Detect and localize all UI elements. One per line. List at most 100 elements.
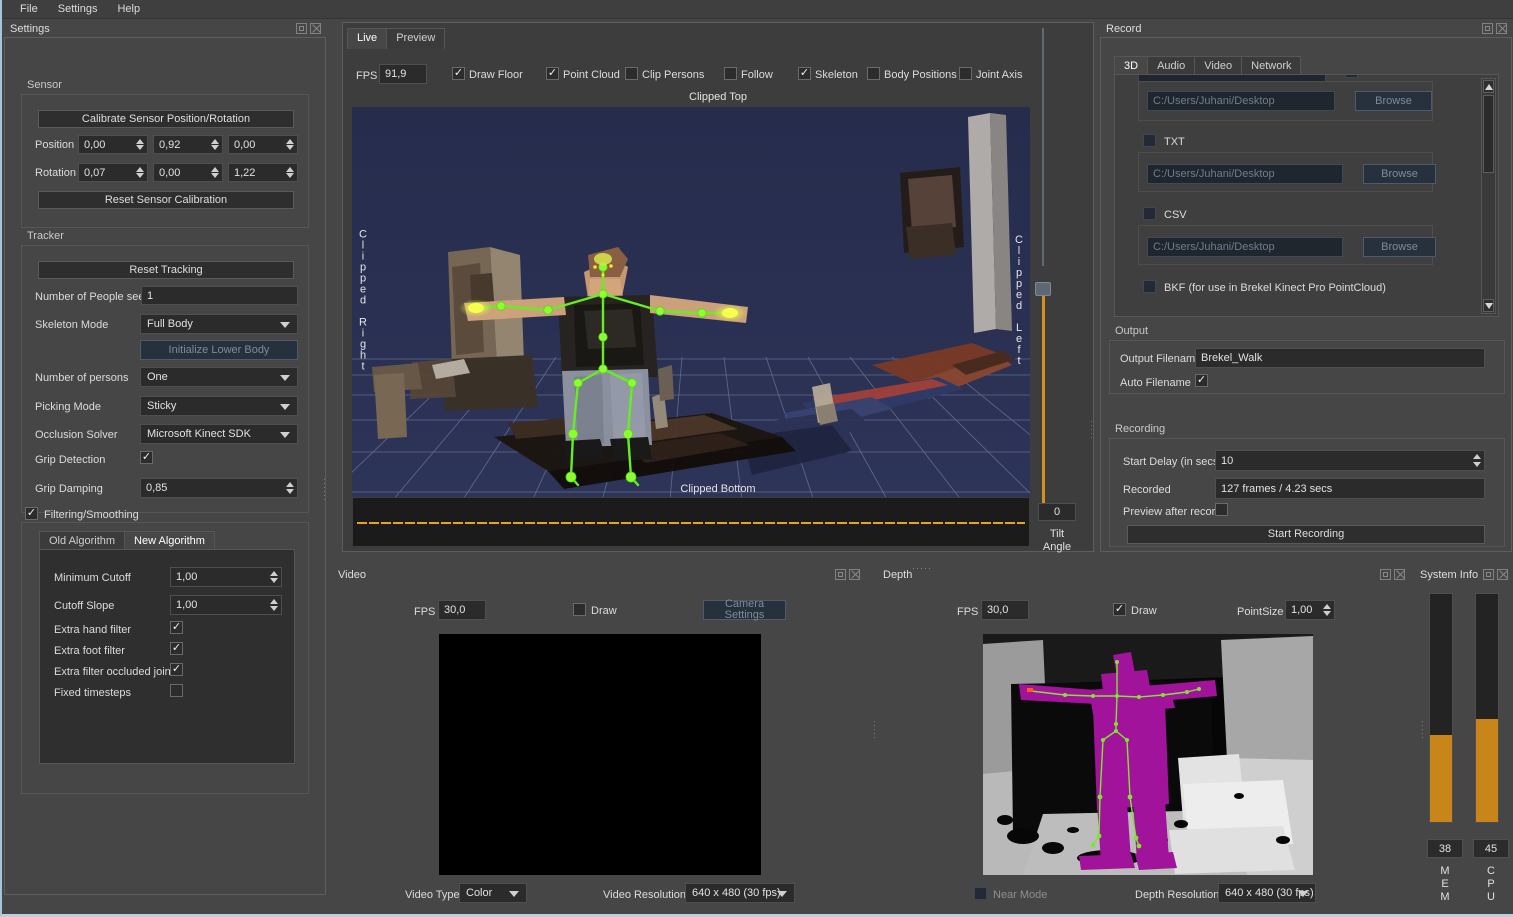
settings-panel-resize-grip[interactable]: ······ — [320, 478, 330, 502]
rotation-x-spinner-down[interactable] — [134, 172, 145, 179]
point-cloud-checkbox[interactable]: ✓ — [546, 67, 559, 80]
format-checkbox-clipped[interactable] — [1345, 75, 1358, 78]
slider-knob[interactable] — [1035, 282, 1051, 296]
restore-icon[interactable] — [296, 23, 307, 34]
close-icon[interactable] — [1497, 569, 1508, 580]
minimum-cutoff-spinner-up[interactable] — [268, 570, 279, 577]
skeleton-mode-select[interactable]: Full Body — [140, 314, 298, 334]
tab-live[interactable]: Live — [347, 28, 388, 49]
position-z-input[interactable]: 0,00 — [228, 135, 298, 154]
cutoff-slope-spinner-up[interactable] — [268, 598, 279, 605]
grip-damping-spinner-up[interactable] — [284, 481, 295, 488]
auto-filename-checkbox[interactable]: ✓ — [1195, 374, 1208, 387]
grip-damping-input[interactable]: 0,85 — [140, 478, 298, 498]
extra-hand-filter-checkbox[interactable]: ✓ — [170, 621, 183, 634]
video-type-select[interactable]: Color — [459, 883, 527, 903]
txt-browse-button[interactable]: Browse — [1363, 164, 1436, 184]
minimum-cutoff-spinner-down[interactable] — [268, 577, 279, 584]
close-icon[interactable] — [1496, 23, 1507, 34]
start-recording-button[interactable]: Start Recording — [1127, 525, 1485, 544]
close-icon[interactable] — [1394, 569, 1405, 580]
extra-filter-occluded-checkbox[interactable]: ✓ — [170, 663, 183, 676]
start-delay-input[interactable]: 10 — [1215, 450, 1485, 471]
depth-resolution-select[interactable]: 640 x 480 (30 fps) — [1218, 883, 1316, 903]
position-x-input[interactable]: 0,00 — [78, 135, 148, 154]
position-y-spinner-down[interactable] — [209, 144, 220, 151]
video-preview[interactable] — [439, 634, 761, 875]
rotation-x-input[interactable]: 0,07 — [78, 163, 148, 182]
restore-icon[interactable] — [1482, 23, 1493, 34]
tilt-angle-value[interactable]: 0 — [1038, 503, 1076, 521]
menu-help[interactable]: Help — [107, 1, 150, 17]
pointsize-value: 1,00 — [1291, 604, 1313, 616]
skeleton-checkbox[interactable]: ✓ — [798, 67, 811, 80]
extra-hand-filter-label: Extra hand filter — [54, 624, 132, 636]
video-draw-checkbox[interactable]: ✓ — [573, 603, 586, 616]
restore-icon[interactable] — [1483, 569, 1494, 580]
menu-file[interactable]: File — [10, 1, 48, 17]
cutoff-slope-input[interactable]: 1,00 — [170, 595, 282, 615]
reset-sensor-calibration-button[interactable]: Reset Sensor Calibration — [38, 191, 294, 209]
follow-checkbox[interactable]: ✓ — [724, 67, 737, 80]
video-resolution-select[interactable]: 640 x 480 (30 fps) — [685, 883, 795, 903]
calibrate-sensor-button[interactable]: Calibrate Sensor Position/Rotation — [38, 110, 294, 128]
scroll-down-arrow[interactable] — [1483, 299, 1494, 312]
output-filename-input[interactable]: Brekel_Walk — [1195, 348, 1485, 368]
depth-preview[interactable] — [983, 634, 1313, 875]
rotation-z-input[interactable]: 1,22 — [228, 163, 298, 182]
restore-icon[interactable] — [1380, 569, 1391, 580]
viewer-resize-grip[interactable]: ····· — [1087, 420, 1097, 440]
txt-path-input[interactable]: C:/Users/Juhani/Desktop — [1147, 164, 1343, 184]
restore-icon[interactable] — [835, 569, 846, 580]
picking-mode-select[interactable]: Sticky — [140, 396, 298, 416]
grip-damping-spinner-down[interactable] — [284, 488, 295, 495]
csv-path-input[interactable]: C:/Users/Juhani/Desktop — [1147, 237, 1343, 257]
rotation-y-input[interactable]: 0,00 — [153, 163, 223, 182]
viewport-zoom-slider[interactable] — [1032, 28, 1054, 511]
persons-select[interactable]: One — [140, 367, 298, 387]
extra-foot-filter-checkbox[interactable]: ✓ — [170, 642, 183, 655]
start-delay-spinner-down[interactable] — [1471, 461, 1482, 468]
close-icon[interactable] — [849, 569, 860, 580]
camera-settings-button[interactable]: Camera Settings — [703, 599, 786, 621]
tab-preview[interactable]: Preview — [386, 28, 446, 49]
pointsize-spinner-down[interactable] — [1321, 610, 1332, 617]
txt-checkbox[interactable] — [1143, 134, 1156, 147]
close-icon[interactable] — [310, 23, 321, 34]
filtering-enable-checkbox[interactable]: ✓ — [25, 507, 38, 520]
preview-after-record-checkbox[interactable]: ✓ — [1215, 503, 1228, 516]
system-info-resize-grip[interactable]: ····· — [1418, 720, 1428, 740]
near-mode-checkbox[interactable] — [974, 887, 987, 900]
fixed-timesteps-checkbox[interactable]: ✓ — [170, 684, 183, 697]
reset-tracking-button[interactable]: Reset Tracking — [38, 261, 294, 279]
rotation-y-spinner-down[interactable] — [209, 172, 220, 179]
initialize-lower-body-button[interactable]: Initialize Lower Body — [140, 340, 298, 360]
csv-browse-button[interactable]: Browse — [1363, 237, 1436, 257]
minimum-cutoff-input[interactable]: 1,00 — [170, 567, 282, 587]
grip-detection-checkbox[interactable]: ✓ — [140, 451, 153, 464]
joint-axis-label: Joint Axis — [976, 69, 1023, 81]
bkf-checkbox[interactable] — [1143, 280, 1156, 293]
3d-viewport[interactable] — [352, 107, 1030, 501]
rotation-z-spinner-down[interactable] — [284, 172, 295, 179]
depth-draw-checkbox[interactable]: ✓ — [1113, 603, 1126, 616]
joint-axis-checkbox[interactable]: ✓ — [959, 67, 972, 80]
scroll-thumb[interactable] — [1483, 95, 1494, 173]
bvh-path-input[interactable]: C:/Users/Juhani/Desktop — [1147, 91, 1335, 111]
cutoff-slope-spinner-down[interactable] — [268, 605, 279, 612]
bvh-browse-button[interactable]: Browse — [1355, 91, 1432, 111]
start-delay-spinner-up[interactable] — [1471, 453, 1482, 460]
scroll-up-arrow[interactable] — [1483, 80, 1494, 93]
occlusion-solver-select[interactable]: Microsoft Kinect SDK — [140, 424, 298, 444]
draw-floor-checkbox[interactable]: ✓ — [452, 67, 465, 80]
csv-checkbox[interactable] — [1143, 207, 1156, 220]
record-scrollbar[interactable] — [1481, 78, 1496, 314]
position-x-spinner-down[interactable] — [134, 144, 145, 151]
pointsize-input[interactable]: 1,00 — [1285, 600, 1335, 620]
menu-settings[interactable]: Settings — [48, 1, 108, 17]
position-z-spinner-down[interactable] — [284, 144, 295, 151]
clip-persons-checkbox[interactable]: ✓ — [625, 67, 638, 80]
position-y-input[interactable]: 0,92 — [153, 135, 223, 154]
body-positions-checkbox[interactable]: ✓ — [867, 67, 880, 80]
pointsize-spinner-up[interactable] — [1321, 603, 1332, 610]
